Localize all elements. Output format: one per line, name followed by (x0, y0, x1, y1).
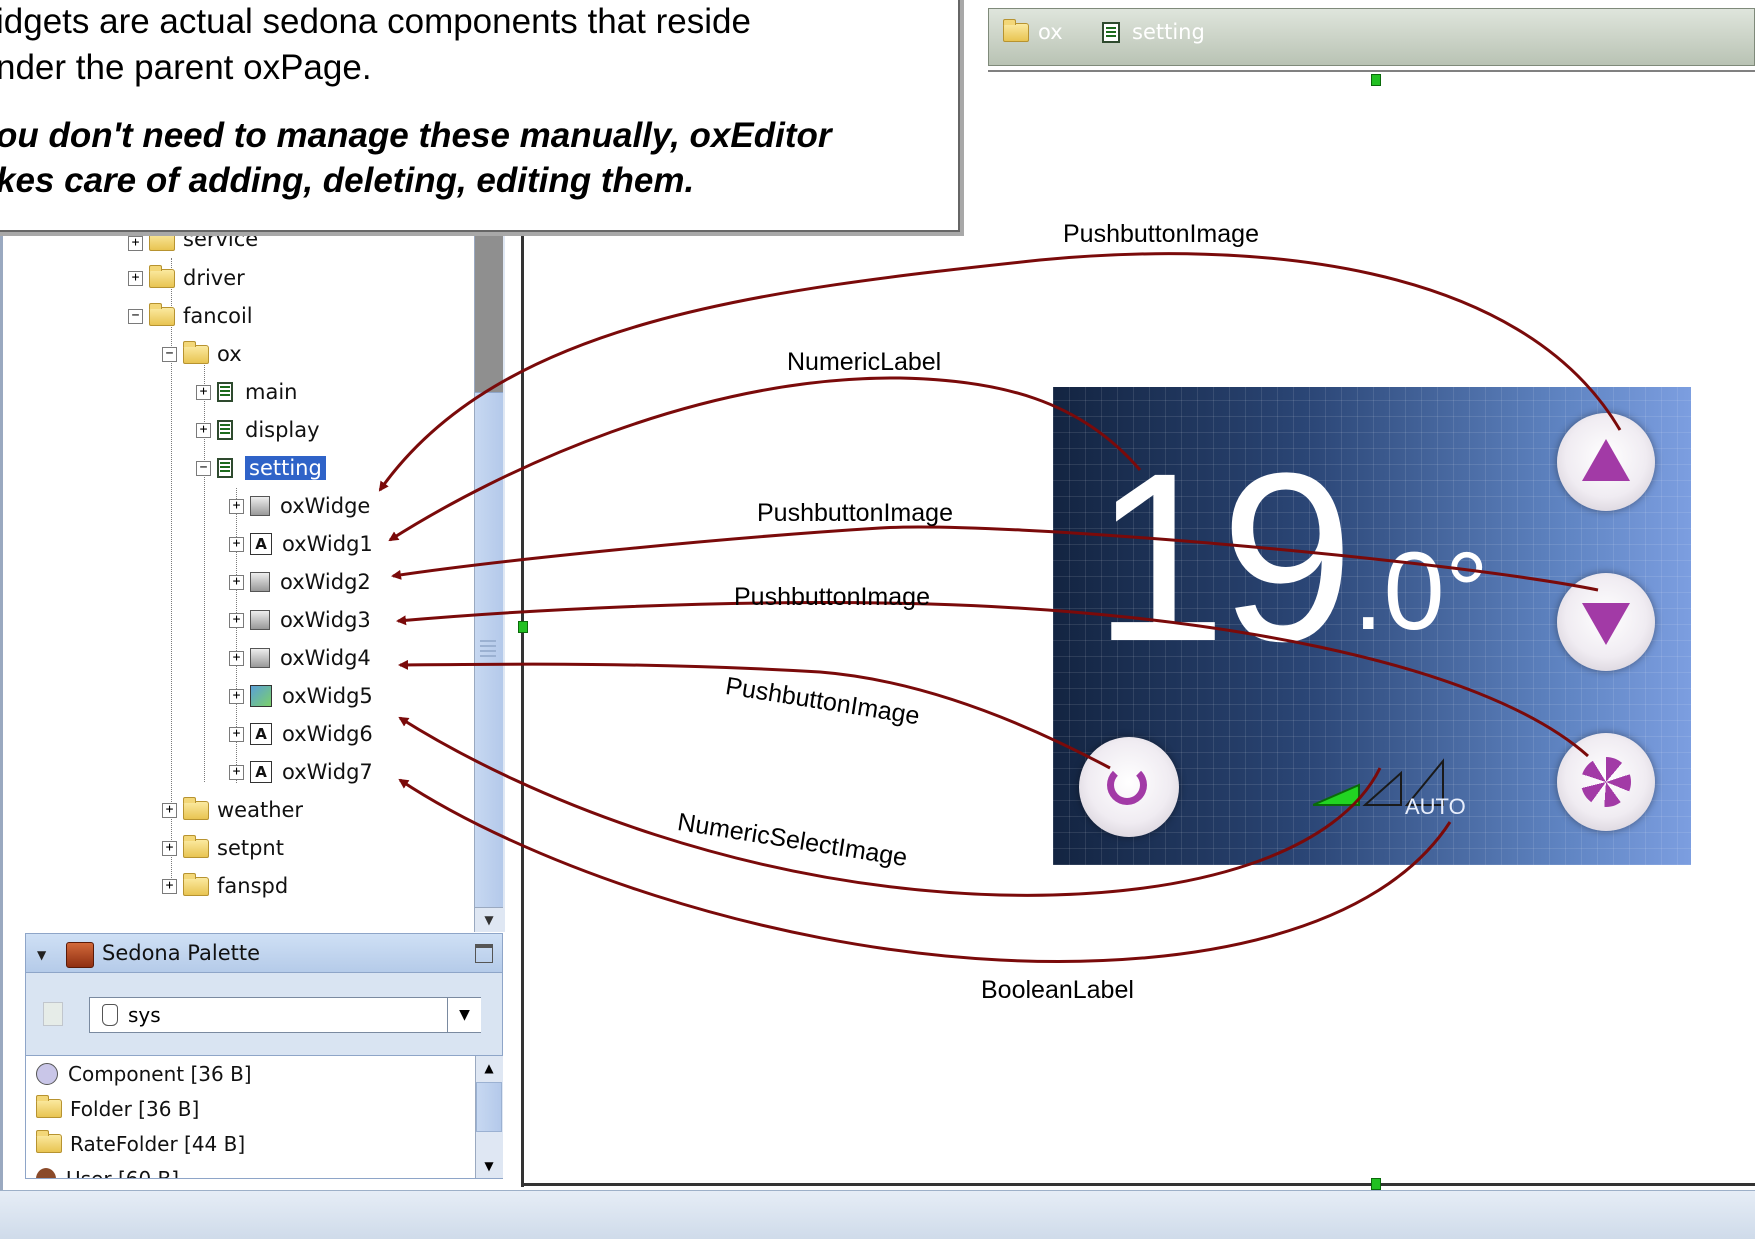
arrow-booleanlabel (398, 778, 1452, 963)
arrow-pushbutton-fan (396, 601, 1589, 758)
callout-box: idgets are actual sedona components that… (0, 0, 960, 232)
callout-line-3: ou don't need to manage these manually, … (0, 116, 832, 155)
callout-line-4: kes care of adding, deleting, editing th… (0, 161, 695, 200)
annotation-label: PushbuttonImage (734, 583, 930, 611)
annotation-label: BooleanLabel (981, 976, 1134, 1004)
arrow-pushbutton-down (391, 525, 1599, 592)
annotation-label: NumericLabel (787, 348, 942, 376)
arrow-pushbutton-up (378, 252, 1622, 492)
callout-line-2: nder the parent oxPage. (0, 48, 372, 87)
annotation-label: PushbuttonImage (1063, 220, 1259, 248)
callout-line-1: idgets are actual sedona components that… (0, 2, 751, 41)
annotation-label: PushbuttonImage (757, 499, 953, 527)
